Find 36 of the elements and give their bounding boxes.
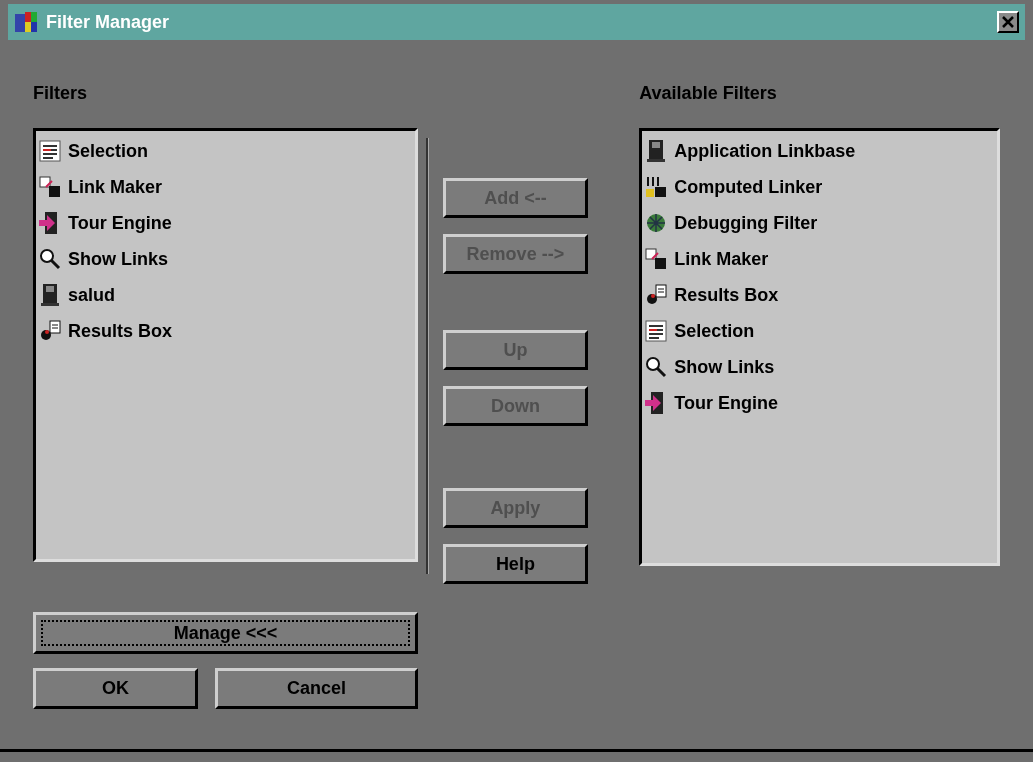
- available-filters-list[interactable]: Application Linkbase Computed Linker Debugging Filter Link Maker Results Box Selection Show Links Tour Engine: [639, 128, 1000, 566]
- filter-icon: [38, 283, 62, 307]
- magnifier-icon: [38, 247, 62, 271]
- app-icon: [14, 10, 40, 34]
- list-item[interactable]: Show Links: [674, 353, 775, 381]
- filter-icon: [644, 247, 669, 271]
- filter-icon: [38, 319, 62, 343]
- filter-icon: [644, 319, 669, 343]
- list-item[interactable]: Debugging Filter: [674, 209, 818, 237]
- list-item[interactable]: Results Box: [68, 317, 173, 345]
- filters-label: Filters: [33, 82, 89, 105]
- filter-icon: [644, 283, 669, 307]
- list-item[interactable]: Application Linkbase: [674, 137, 856, 165]
- list-item[interactable]: Selection: [68, 137, 149, 165]
- list-item[interactable]: Computed Linker: [674, 173, 823, 201]
- magnifier-icon: [644, 355, 669, 379]
- window-title: Filter Manager: [46, 10, 170, 34]
- manage-button[interactable]: Manage <<<: [33, 612, 418, 654]
- filters-list[interactable]: Selection Link Maker Tour Engine Show Links salud Results Box: [33, 128, 418, 562]
- close-button[interactable]: [997, 11, 1019, 33]
- list-item[interactable]: Selection: [674, 317, 755, 345]
- close-icon: [1002, 16, 1014, 28]
- filter-icon: [38, 139, 62, 163]
- filter-icon: [38, 175, 62, 199]
- list-item[interactable]: salud: [68, 281, 115, 309]
- list-item[interactable]: Tour Engine: [674, 389, 778, 417]
- available-filters-label: Available Filters: [639, 82, 778, 105]
- list-item[interactable]: Link Maker: [674, 245, 769, 273]
- list-item[interactable]: Tour Engine: [68, 209, 172, 237]
- list-item[interactable]: Results Box: [674, 281, 779, 309]
- filter-icon: [644, 175, 669, 199]
- ok-button[interactable]: OK: [33, 668, 198, 709]
- list-item[interactable]: Link Maker: [68, 173, 163, 201]
- dialog-button[interactable]: Help: [442, 544, 588, 584]
- cancel-button[interactable]: Cancel: [215, 668, 418, 709]
- list-item[interactable]: Show Links: [68, 245, 168, 273]
